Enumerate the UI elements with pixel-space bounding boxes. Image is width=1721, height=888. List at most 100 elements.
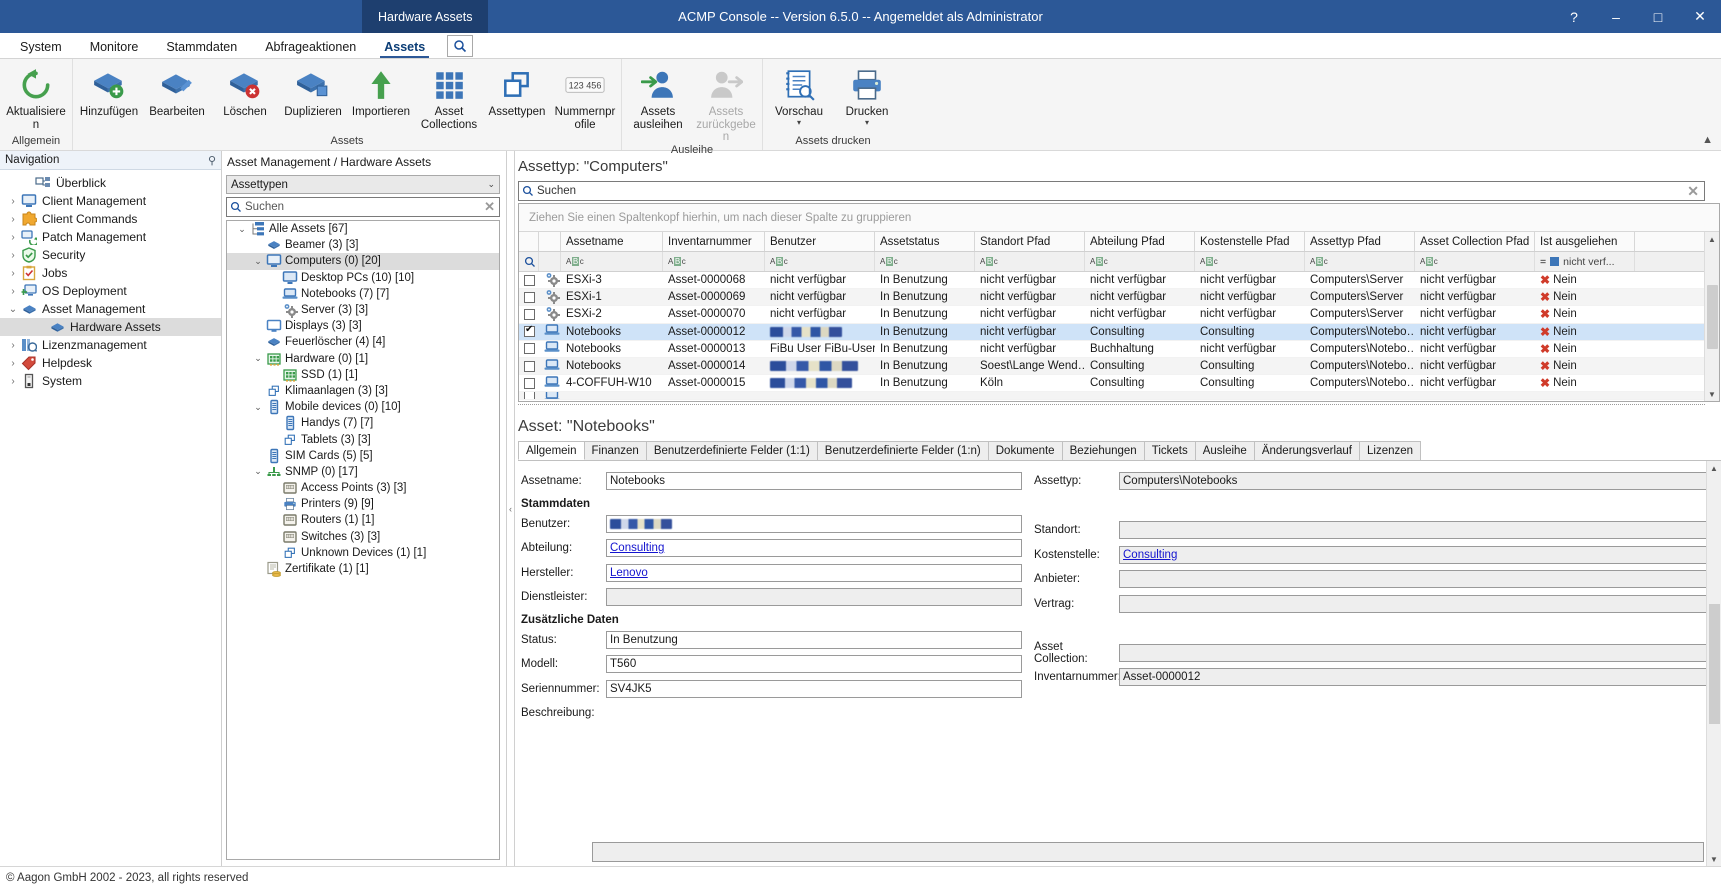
chevron-right-icon[interactable]: › <box>6 376 20 387</box>
sidebar-item-client-commands[interactable]: ›Client Commands <box>0 210 221 228</box>
chevron-down-icon[interactable]: ⌄ <box>251 353 265 364</box>
maximize-button[interactable]: □ <box>1637 0 1679 33</box>
scroll-down-icon[interactable]: ▼ <box>1710 852 1718 866</box>
column-header-abteilung_pfad[interactable]: Abteilung Pfad <box>1085 232 1195 251</box>
field-input[interactable]: Lenovo <box>606 564 1022 582</box>
table-row[interactable]: 4-COFFUH-W10Asset-0000015In BenutzungKöl… <box>519 375 1704 392</box>
field-input[interactable] <box>1119 570 1721 588</box>
row-checkbox[interactable] <box>524 275 535 286</box>
field-link[interactable]: Consulting <box>1123 549 1177 561</box>
tab-beziehungen[interactable]: Beziehungen <box>1062 441 1145 460</box>
field-input[interactable] <box>606 588 1022 606</box>
chevron-right-icon[interactable]: › <box>6 358 20 369</box>
scrollbar-thumb[interactable] <box>1707 285 1718 349</box>
column-filter-check[interactable] <box>519 252 539 271</box>
column-filter-asset_collection_pfad[interactable]: ABc <box>1415 252 1535 271</box>
pin-icon[interactable]: ⚲ <box>208 154 216 167</box>
sidebar-item-lizenzmanagement[interactable]: ›Lizenzmanagement <box>0 336 221 354</box>
field-input[interactable]: T560 <box>606 655 1022 673</box>
assettype-node-computers[interactable]: ⌄Computers (0) [20] <box>227 253 499 269</box>
assettype-node-sim-cards[interactable]: SIM Cards (5) [5] <box>227 448 499 464</box>
field-input[interactable] <box>1119 521 1721 539</box>
chevron-down-icon[interactable]: ⌄ <box>251 256 265 267</box>
ribbon-button-nummernprofile[interactable]: 123 456Nummernprofile <box>551 64 619 131</box>
document-tab-hardware-assets[interactable]: Hardware Assets <box>362 0 488 33</box>
row-checkbox[interactable] <box>524 392 535 399</box>
field-input[interactable]: SV4JK5 <box>606 680 1022 698</box>
assettype-node-klimaanlagen[interactable]: Klimaanlagen (3) [3] <box>227 383 499 399</box>
assettype-node-notebooks[interactable]: Notebooks (7) [7] <box>227 286 499 302</box>
ribbon-tab-monitore[interactable]: Monitore <box>76 37 153 58</box>
column-header-benutzer[interactable]: Benutzer <box>765 232 875 251</box>
detail-vertical-scrollbar[interactable]: ▲ ▼ <box>1706 461 1721 866</box>
column-header-assetstatus[interactable]: Assetstatus <box>875 232 975 251</box>
chevron-right-icon[interactable]: › <box>6 232 20 243</box>
column-filter-assettyp_pfad[interactable]: ABc <box>1305 252 1415 271</box>
column-header-check[interactable] <box>519 232 539 251</box>
column-header-inventarnummer[interactable]: Inventarnummer <box>663 232 765 251</box>
chevron-down-icon[interactable]: ⌄ <box>6 304 20 315</box>
field-input[interactable]: Computers\Notebooks <box>1119 472 1721 490</box>
assettype-node-desktop-pcs[interactable]: Desktop PCs (10) [10] <box>227 270 499 286</box>
assettype-node-printers[interactable]: Printers (9) [9] <box>227 496 499 512</box>
assettype-node-mobile-devices[interactable]: ⌄Mobile devices (0) [10] <box>227 399 499 415</box>
scroll-down-icon[interactable]: ▼ <box>1708 387 1716 401</box>
table-row[interactable]: ESXi-3Asset-0000068nicht verfügbarIn Ben… <box>519 272 1704 289</box>
assettype-search-box[interactable]: Suchen ✕ <box>226 197 500 217</box>
cell-check[interactable] <box>519 289 539 305</box>
row-checkbox[interactable] <box>524 326 535 337</box>
assettype-node-zertifikate[interactable]: Zertifikate (1) [1] <box>227 561 499 577</box>
ribbon-button-assettypen[interactable]: Assettypen <box>483 64 551 119</box>
field-input[interactable]: Consulting <box>1119 546 1721 564</box>
column-filter-assetname[interactable]: ABc <box>561 252 663 271</box>
ribbon-button-duplizieren[interactable]: Duplizieren <box>279 64 347 119</box>
table-row[interactable]: ESXi-1Asset-0000069nicht verfügbarIn Ben… <box>519 289 1704 306</box>
tab-benutzerdefinierte-felder-1:n[interactable]: Benutzerdefinierte Felder (1:n) <box>817 441 989 460</box>
assettype-node-access-points[interactable]: Access Points (3) [3] <box>227 480 499 496</box>
assettype-node-feuerlöscher[interactable]: Feuerlöscher (4) [4] <box>227 334 499 350</box>
column-header-icon[interactable] <box>539 232 561 251</box>
scrollbar-thumb[interactable] <box>1709 604 1720 724</box>
table-row[interactable]: NotebooksAsset-0000013FiBu User FiBu-Use… <box>519 341 1704 358</box>
column-header-asset_collection_pfad[interactable]: Asset Collection Pfad <box>1415 232 1535 251</box>
column-filter-kostenstelle_pfad[interactable]: ABc <box>1195 252 1305 271</box>
scroll-up-icon[interactable]: ▲ <box>1710 461 1718 475</box>
tab-ausleihe[interactable]: Ausleihe <box>1195 441 1255 460</box>
minimize-button[interactable]: – <box>1595 0 1637 33</box>
horizontal-splitter[interactable] <box>518 404 1705 408</box>
column-filter-assetstatus[interactable]: ABc <box>875 252 975 271</box>
chevron-down-icon[interactable]: ⌄ <box>235 224 249 235</box>
chevron-right-icon[interactable]: › <box>6 214 20 225</box>
chevron-right-icon[interactable]: › <box>6 268 20 279</box>
column-filter-icon[interactable] <box>539 252 561 271</box>
ribbon-button-drucken[interactable]: Drucken▾ <box>833 64 901 127</box>
cell-check[interactable] <box>519 375 539 391</box>
ribbon-tab-system[interactable]: System <box>6 37 76 58</box>
sidebar-item-security[interactable]: ›Security <box>0 246 221 264</box>
assettype-node-beamer[interactable]: Beamer (3) [3] <box>227 237 499 253</box>
column-filter-inventarnummer[interactable]: ABc <box>663 252 765 271</box>
chevron-down-icon[interactable]: ▾ <box>797 119 801 127</box>
ribbon-button-vorschau[interactable]: Vorschau▾ <box>765 64 833 127</box>
group-by-panel[interactable]: Ziehen Sie einen Spaltenkopf hierhin, um… <box>519 204 1719 232</box>
ribbon-button-asset-collections[interactable]: Asset Collections <box>415 64 483 131</box>
cell-check[interactable] <box>519 272 539 288</box>
assettype-node-routers[interactable]: Routers (1) [1] <box>227 512 499 528</box>
ribbon-tab-abfrageaktionen[interactable]: Abfrageaktionen <box>251 37 370 58</box>
ribbon-button-hinzufügen[interactable]: Hinzufügen <box>75 64 143 119</box>
column-header-assettyp_pfad[interactable]: Assettyp Pfad <box>1305 232 1415 251</box>
ribbon-button-assets-ausleihen[interactable]: Assets ausleihen <box>624 64 692 131</box>
chevron-right-icon[interactable]: › <box>6 196 20 207</box>
field-input[interactable] <box>1119 644 1721 662</box>
sidebar-item-asset-management[interactable]: ⌄Asset Management <box>0 300 221 318</box>
help-button[interactable]: ? <box>1553 0 1595 33</box>
table-row[interactable]: ESXi-2Asset-0000070nicht verfügbarIn Ben… <box>519 306 1704 323</box>
cell-check[interactable] <box>519 392 539 399</box>
assettype-node-unknown-devices[interactable]: Unknown Devices (1) [1] <box>227 545 499 561</box>
ribbon-collapse-icon[interactable]: ▲ <box>1702 134 1713 146</box>
panel-splitter[interactable]: ‹ <box>507 151 515 866</box>
row-checkbox[interactable] <box>524 343 535 354</box>
column-filter-abteilung_pfad[interactable]: ABc <box>1085 252 1195 271</box>
scroll-up-icon[interactable]: ▲ <box>1708 232 1716 246</box>
close-button[interactable]: ✕ <box>1679 0 1721 33</box>
